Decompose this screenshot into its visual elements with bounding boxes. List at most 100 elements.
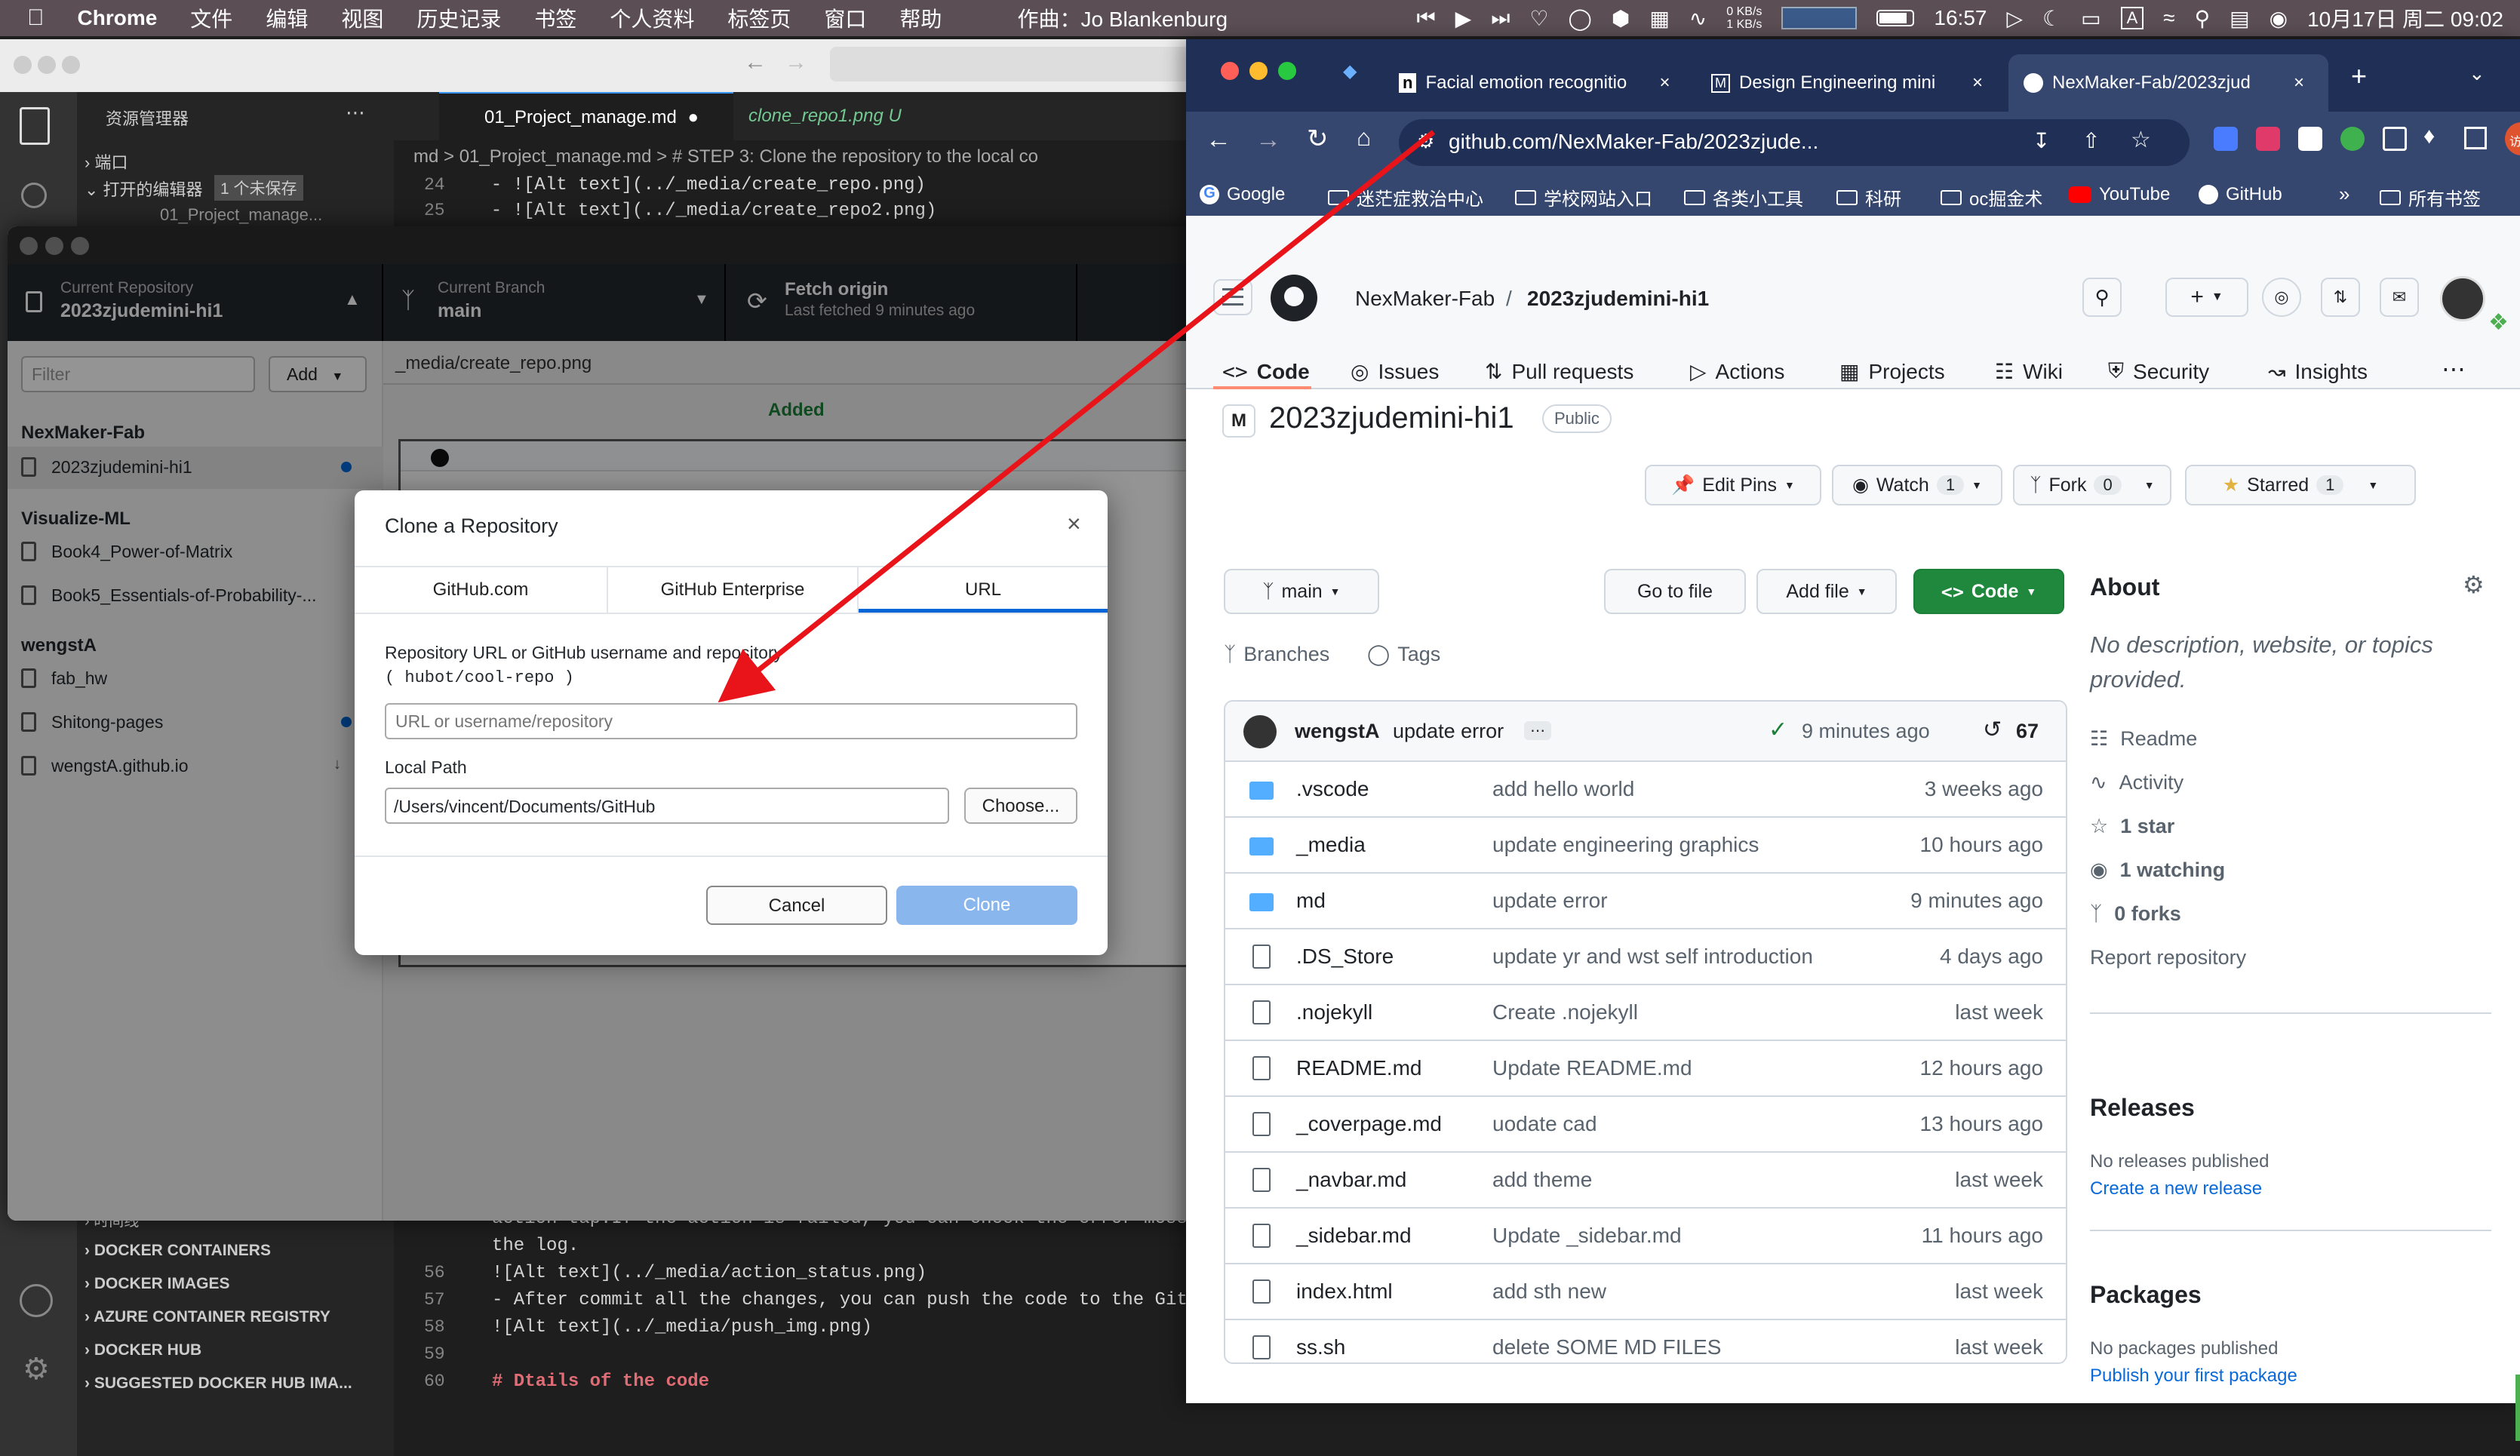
menu-app[interactable]: Chrome — [78, 6, 158, 30]
search-button[interactable]: ⚲ — [2082, 278, 2122, 317]
menu-item[interactable]: 标签页 — [727, 3, 791, 33]
file-row[interactable]: .vscode add hello world 3 weeks ago — [1224, 760, 2067, 816]
commit-msg[interactable]: Update _sidebar.md — [1492, 1224, 1682, 1248]
docker-hub[interactable]: › DOCKER HUB — [85, 1341, 201, 1359]
next-track-icon[interactable]: ⏭ — [1491, 6, 1510, 31]
extension-translate-icon[interactable] — [2214, 127, 2238, 151]
settings-gear-icon[interactable]: ⚙ — [23, 1352, 50, 1387]
file-row[interactable]: index.html add sth new last week — [1224, 1263, 2067, 1319]
bookmark-youtube[interactable]: YouTube — [2069, 184, 2170, 205]
close-icon[interactable]: × — [1067, 510, 1081, 538]
file-name[interactable]: _coverpage.md — [1296, 1112, 1442, 1136]
tab-clone-repo1[interactable]: clone_repo1.png U — [748, 106, 902, 127]
commit-msg[interactable]: update yr and wst self introduction — [1492, 945, 1813, 969]
file-row[interactable]: .DS_Store update yr and wst self introduc… — [1224, 928, 2067, 984]
sync-icon[interactable]: ◯ — [1569, 6, 1592, 31]
file-row[interactable]: md update error 9 minutes ago — [1224, 872, 2067, 928]
packages-title[interactable]: Packages — [2090, 1281, 2202, 1309]
extension-icon[interactable] — [2298, 127, 2322, 151]
inbox-button[interactable]: ✉ — [2380, 278, 2419, 317]
floating-helper-icon[interactable]: ❖ — [2488, 309, 2509, 336]
watching-link[interactable]: ◉ 1 watching — [2090, 859, 2225, 882]
tags-link[interactable]: ◯ Tags — [1367, 643, 1440, 666]
sidepanel-icon[interactable] — [2464, 127, 2487, 149]
tab-security[interactable]: ⛨ Security — [2108, 359, 2209, 384]
user-avatar[interactable] — [2440, 276, 2485, 321]
bookmark-folder[interactable]: 科研 — [1836, 184, 1901, 210]
code-button[interactable]: <> Code ▼ — [1913, 569, 2064, 614]
hamburger-menu[interactable] — [1213, 279, 1252, 315]
prev-track-icon[interactable]: ⏮ — [1416, 6, 1435, 31]
branch-select[interactable]: ᛉ main ▼ — [1224, 569, 1379, 614]
bookmark-google[interactable]: G Google — [1200, 184, 1285, 205]
docker-containers[interactable]: › DOCKER CONTAINERS — [85, 1242, 271, 1260]
docker-images[interactable]: › DOCKER IMAGES — [85, 1275, 230, 1293]
heart-icon[interactable]: ♡ — [1529, 6, 1548, 31]
commit-message[interactable]: update error — [1393, 720, 1504, 743]
breadcrumb[interactable]: md > 01_Project_manage.md > # STEP 3: Cl… — [413, 146, 1038, 167]
apple-icon[interactable]:  — [27, 5, 45, 31]
cancel-button[interactable]: Cancel — [706, 886, 887, 925]
bookmark-folder[interactable]: 学校网站入口 — [1515, 184, 1652, 210]
local-path-input[interactable]: /Users/vincent/Documents/GitHub — [385, 788, 949, 824]
clone-button[interactable]: Clone — [896, 886, 1077, 925]
file-row[interactable]: README.md Update README.md 12 hours ago — [1224, 1040, 2067, 1095]
tab-github-com[interactable]: GitHub.com — [355, 567, 608, 613]
tab-wiki[interactable]: ☷ Wiki — [1995, 359, 2063, 384]
file-name[interactable]: md — [1296, 889, 1326, 913]
commit-msg[interactable]: delete SOME MD FILES — [1492, 1335, 1721, 1359]
expand-commit-icon[interactable]: ⋯ — [1524, 721, 1551, 740]
back-icon[interactable]: ← — [1206, 125, 1231, 155]
repo-url-input[interactable] — [385, 703, 1077, 739]
share-icon[interactable]: ⇧ — [2082, 128, 2100, 153]
code-line[interactable]: ![Alt text](../_media/push_img.png) — [492, 1317, 872, 1338]
forward-icon[interactable]: → — [1255, 125, 1281, 155]
port-section[interactable]: › 端口 — [85, 149, 128, 174]
scroll-indicator[interactable] — [2515, 1375, 2520, 1441]
siri-icon[interactable]: ◉ — [2270, 6, 2288, 31]
control-center-icon[interactable]: ▤ — [2230, 6, 2249, 31]
file-name[interactable]: _navbar.md — [1296, 1168, 1406, 1192]
commit-msg[interactable]: update engineering graphics — [1492, 833, 1759, 857]
file-row[interactable]: ss.sh delete SOME MD FILES last week — [1224, 1319, 2067, 1375]
shield-icon[interactable]: ⬢ — [1612, 6, 1630, 31]
publish-package-link[interactable]: Publish your first package — [2090, 1365, 2297, 1387]
tab-pull-requests[interactable]: ⇅ Pull requests — [1485, 359, 1633, 384]
code-line[interactable]: the log. — [492, 1236, 579, 1256]
go-to-file-button[interactable]: Go to file — [1604, 569, 1746, 614]
home-icon[interactable]: ⌂ — [1357, 124, 1371, 152]
code-line[interactable]: # Dtails of the code — [492, 1372, 709, 1392]
tab-github-repo[interactable]: NexMaker-Fab/2023zjud × — [2008, 54, 2328, 112]
clock-small[interactable]: 16:57 — [1934, 6, 1987, 30]
moon-icon[interactable]: ☾ — [2042, 6, 2061, 31]
menu-item[interactable]: 编辑 — [266, 3, 308, 33]
file-name[interactable]: _media — [1296, 833, 1366, 857]
close-tab-icon[interactable]: × — [1972, 72, 1983, 94]
code-line[interactable]: - ![Alt text](../_media/create_repo.png) — [469, 175, 926, 195]
settings-gear-icon[interactable]: ⚙ — [2463, 570, 2485, 599]
choose-button[interactable]: Choose... — [964, 788, 1077, 824]
suggested-docker[interactable]: › SUGGESTED DOCKER HUB IMA... — [85, 1375, 352, 1393]
wifi-icon[interactable]: ≈ — [2163, 6, 2174, 30]
file-name[interactable]: index.html — [1296, 1279, 1393, 1304]
activity-link[interactable]: ∿ Activity — [2090, 771, 2183, 794]
pulls-button[interactable]: ⇅ — [2321, 278, 2360, 317]
history-icon[interactable]: ↺ — [1983, 717, 2002, 743]
omnibox[interactable]: ⚙ github.com/NexMaker-Fab/2023zjude... ↧… — [1399, 119, 2190, 166]
all-bookmarks[interactable]: 所有书签 — [2380, 184, 2481, 210]
profile-avatar[interactable]: 访客 — [2505, 122, 2520, 155]
url-text[interactable]: github.com/NexMaker-Fab/2023zjude... — [1449, 130, 1818, 154]
issues-button[interactable]: ◎ — [2262, 278, 2301, 317]
forward-icon[interactable]: → — [785, 50, 807, 75]
tab-search-icon[interactable]: ◆ — [1343, 60, 1357, 82]
open-editor-item[interactable]: 01_Project_manage... — [160, 205, 322, 225]
menu-item[interactable]: 帮助 — [899, 3, 942, 33]
commit-msg[interactable]: add theme — [1492, 1168, 1592, 1192]
search-icon[interactable]: ⚲ — [2195, 6, 2211, 31]
commit-msg[interactable]: Update README.md — [1492, 1056, 1692, 1080]
menu-item[interactable]: 历史记录 — [416, 3, 501, 33]
watch-button[interactable]: ◉ Watch 1 ▼ — [1832, 465, 2002, 505]
tab-project-manage[interactable]: 01_Project_manage.md ● — [439, 92, 733, 140]
commit-author[interactable]: wengstA — [1295, 720, 1380, 743]
commit-msg[interactable]: Create .nojekyll — [1492, 1000, 1638, 1024]
